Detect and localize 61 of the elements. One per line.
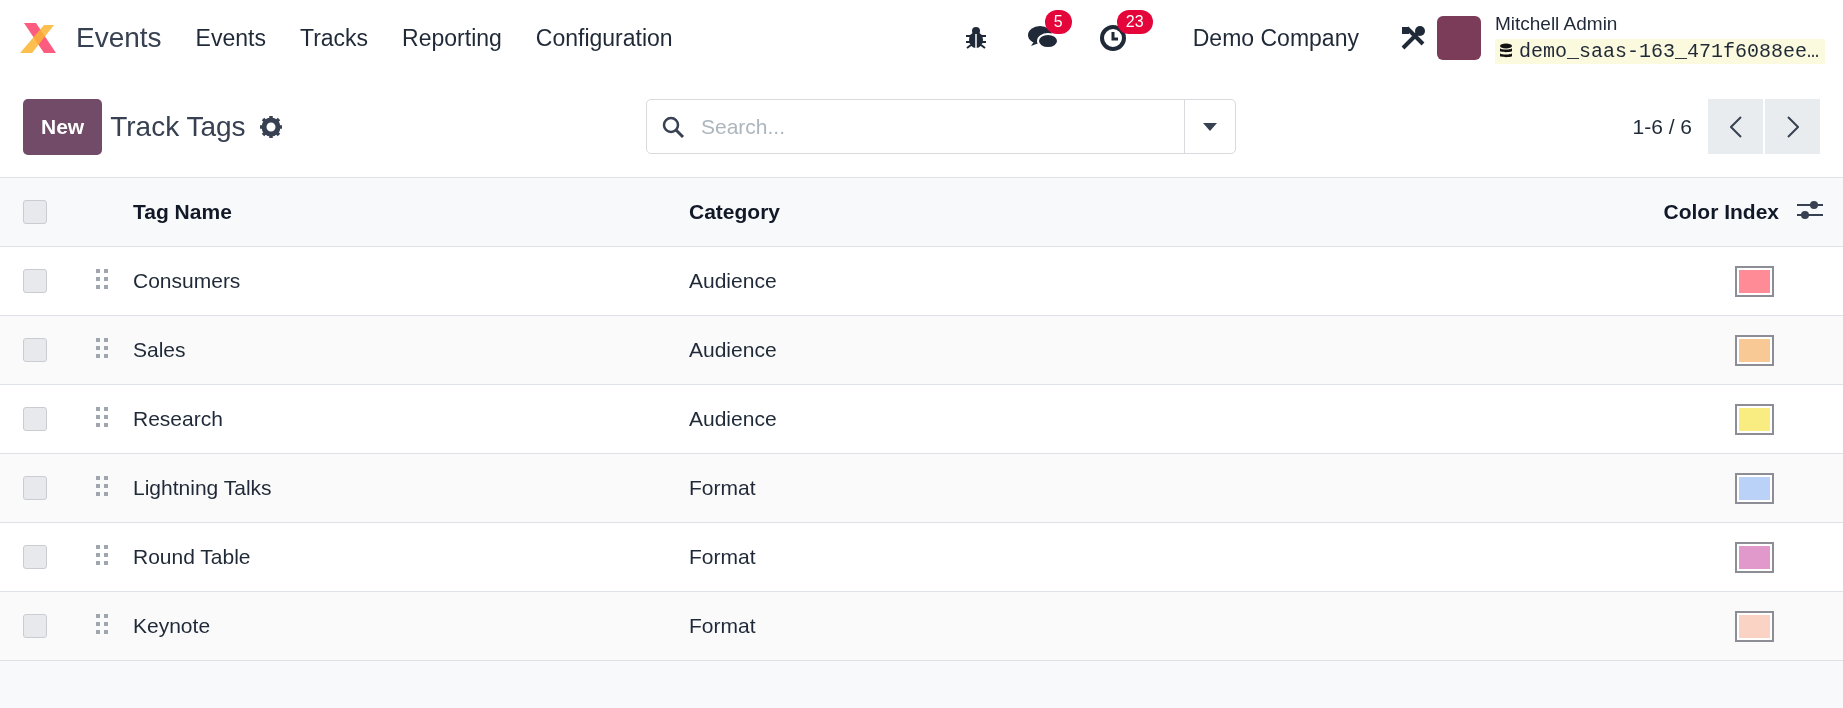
menu-item[interactable]: Events — [195, 24, 266, 52]
page-title: Track Tags — [110, 110, 246, 143]
user-avatar[interactable] — [1436, 16, 1481, 60]
drag-handle-icon[interactable] — [96, 612, 108, 635]
column-header[interactable]: Category — [689, 200, 1609, 224]
table-cell-text: Format — [689, 614, 757, 638]
user-name[interactable]: Mitchell Admin — [1494, 12, 1825, 35]
row-checkbox[interactable] — [23, 338, 47, 362]
table-cell-text: Format — [689, 476, 757, 500]
drag-handle-icon[interactable] — [96, 474, 108, 497]
company-switcher[interactable]: Demo Company — [1192, 24, 1359, 52]
search-bar[interactable]: Search... — [646, 99, 1236, 154]
table-cell-text: Audience — [689, 269, 778, 293]
table-cell-text: Format — [689, 545, 757, 569]
color-swatch[interactable] — [1735, 541, 1774, 573]
column-settings-icon[interactable] — [1797, 198, 1823, 221]
menu-item[interactable]: Configuration — [535, 24, 673, 52]
color-swatch[interactable] — [1735, 265, 1774, 297]
database-name: demo_saas-163_471f6088ee… — [1494, 38, 1825, 64]
row-checkbox[interactable] — [23, 407, 47, 431]
menu-item[interactable]: Tracks — [299, 24, 369, 52]
settings-icon[interactable] — [259, 115, 282, 138]
color-swatch[interactable] — [1735, 403, 1774, 435]
activity-count-badge: 23 — [1116, 10, 1153, 34]
row-checkbox[interactable] — [23, 614, 47, 638]
chevron-right-icon — [1786, 115, 1799, 138]
drag-handle-icon[interactable] — [96, 336, 108, 359]
table-cell-text: Lightning Talks — [133, 476, 273, 500]
menu-item[interactable]: Reporting — [402, 24, 502, 52]
search-field[interactable]: Search... — [699, 113, 1184, 140]
table-cell-text: Round Table — [133, 545, 252, 569]
new-button[interactable]: New — [23, 98, 103, 155]
table-cell-text: Consumers — [133, 269, 242, 293]
row-checkbox[interactable] — [23, 269, 47, 293]
color-swatch[interactable] — [1735, 334, 1774, 366]
row-checkbox[interactable] — [23, 476, 47, 500]
pager-value[interactable]: 1-6 / 6 — [1632, 114, 1692, 139]
drag-handle-icon[interactable] — [96, 543, 108, 566]
caret-icon[interactable] — [1203, 122, 1217, 131]
table-cell-text: Sales — [133, 338, 187, 362]
drag-handle-icon[interactable] — [96, 405, 108, 428]
table-cell-text: Keynote — [133, 614, 212, 638]
color-swatch[interactable] — [1735, 610, 1774, 642]
app-name[interactable]: Events — [76, 22, 162, 54]
database-icon — [1498, 42, 1513, 60]
table-cell-text: Research — [133, 407, 224, 431]
bug-icon[interactable] — [964, 26, 987, 50]
search-icon — [661, 114, 685, 139]
next-page-button[interactable] — [1765, 99, 1820, 154]
column-header[interactable]: Tag Name — [133, 200, 689, 224]
message-count-badge: 5 — [1044, 10, 1072, 34]
table-cell-text: Audience — [689, 338, 778, 362]
table-cell-text: Audience — [689, 407, 778, 431]
previous-page-button[interactable] — [1708, 99, 1763, 154]
row-checkbox[interactable] — [23, 545, 47, 569]
drag-handle-icon[interactable] — [96, 267, 108, 290]
color-swatch[interactable] — [1735, 472, 1774, 504]
select-all-checkbox[interactable] — [23, 200, 47, 224]
chevron-left-icon — [1729, 115, 1742, 138]
column-header[interactable]: Color Index — [1609, 200, 1779, 224]
clock-icon[interactable] — [1098, 24, 1127, 52]
